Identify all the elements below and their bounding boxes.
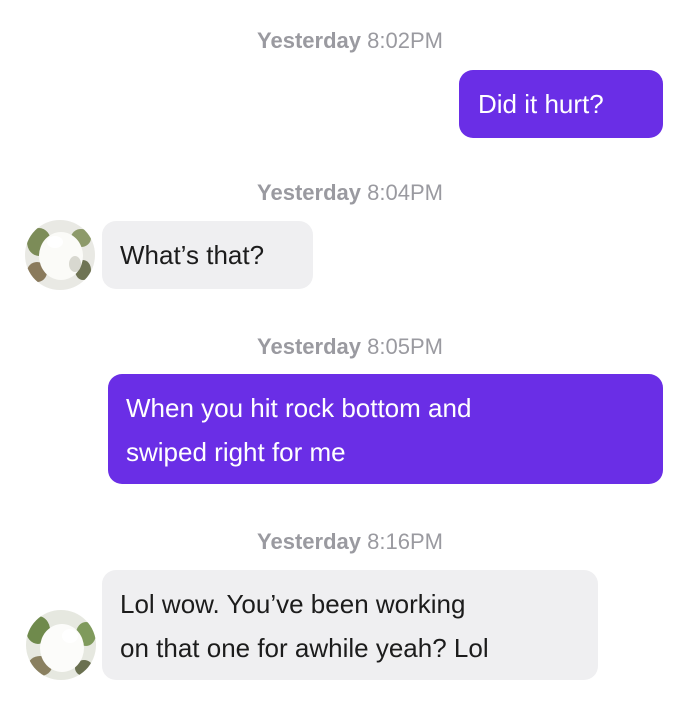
message-text-line: swiped right for me	[126, 437, 346, 467]
timestamp-day: Yesterday	[257, 28, 361, 53]
timestamp-1: Yesterday 8:02PM	[0, 28, 700, 54]
received-message-bubble[interactable]: Lol wow. You’ve been working on that one…	[102, 570, 598, 680]
sent-message-bubble[interactable]: When you hit rock bottom and swiped righ…	[108, 374, 663, 484]
timestamp-clock: 8:05PM	[367, 334, 443, 359]
received-message-bubble[interactable]: What’s that?	[102, 221, 313, 289]
message-text-line: Lol wow. You’ve been working	[120, 589, 466, 619]
timestamp-clock: 8:04PM	[367, 180, 443, 205]
message-text-line: on that one for awhile yeah? Lol	[120, 633, 489, 663]
blurred-profile-photo-icon	[25, 220, 95, 290]
contact-avatar[interactable]	[26, 610, 96, 680]
message-text: What’s that?	[120, 240, 265, 270]
timestamp-day: Yesterday	[257, 334, 361, 359]
sent-message-bubble[interactable]: Did it hurt?	[459, 70, 663, 138]
timestamp-day: Yesterday	[257, 180, 361, 205]
timestamp-clock: 8:16PM	[367, 529, 443, 554]
contact-avatar[interactable]	[25, 220, 95, 290]
message-text-line: When you hit rock bottom and	[126, 393, 472, 423]
timestamp-3: Yesterday 8:05PM	[0, 334, 700, 360]
timestamp-clock: 8:02PM	[367, 28, 443, 53]
timestamp-day: Yesterday	[257, 529, 361, 554]
blurred-profile-photo-icon	[26, 610, 96, 680]
timestamp-4: Yesterday 8:16PM	[0, 529, 700, 555]
message-text: Did it hurt?	[478, 89, 604, 119]
timestamp-2: Yesterday 8:04PM	[0, 180, 700, 206]
